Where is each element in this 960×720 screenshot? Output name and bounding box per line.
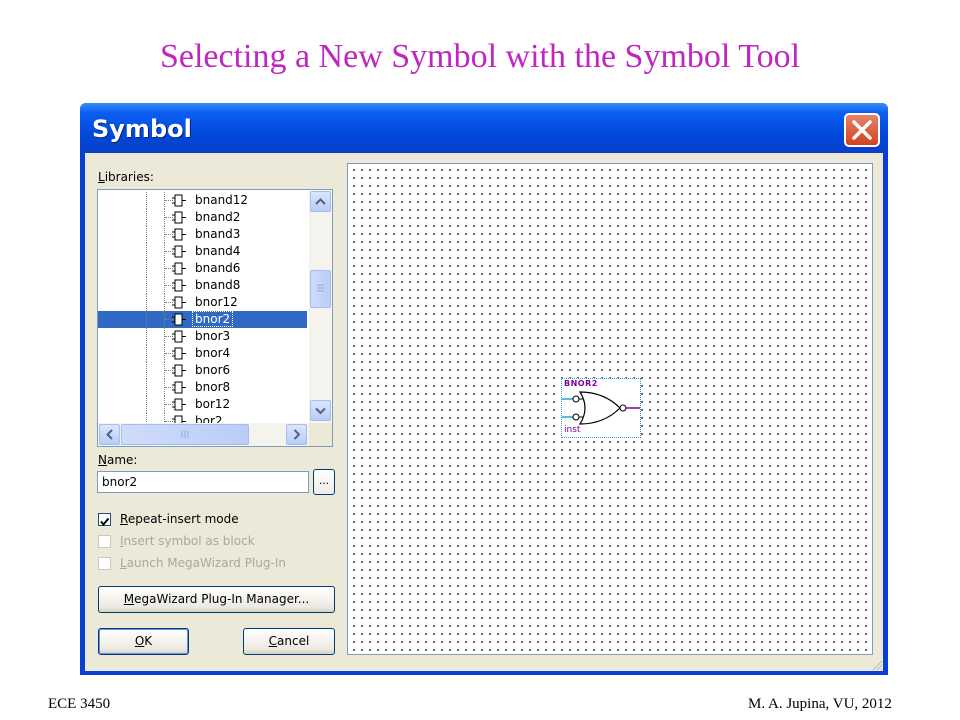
- scroll-up-button[interactable]: [310, 191, 331, 212]
- gate-symbol-icon: [172, 245, 186, 261]
- library-item[interactable]: bnand12: [98, 192, 307, 209]
- chevron-right-icon: [293, 429, 301, 440]
- library-item[interactable]: bnand3: [98, 226, 307, 243]
- gate-symbol-icon: [172, 313, 186, 329]
- library-item-label: bnand6: [195, 261, 241, 275]
- library-item-label: bnand12: [195, 193, 249, 207]
- library-item-label: bnor3: [195, 329, 231, 343]
- dialog-titlebar[interactable]: Symbol: [80, 103, 888, 153]
- gate-symbol-icon: [172, 228, 186, 244]
- chevron-up-icon: [315, 198, 326, 205]
- tree-guide-line: [146, 192, 147, 209]
- library-item[interactable]: bnand4: [98, 243, 307, 260]
- megawizard-manager-button[interactable]: MegaWizard Plug-In Manager...: [98, 586, 335, 613]
- insert-as-block-checkbox[interactable]: [98, 535, 111, 548]
- vertical-scrollbar[interactable]: [309, 190, 332, 423]
- dialog-title: Symbol: [92, 115, 192, 143]
- gate-symbol-icon: [172, 347, 186, 363]
- tree-guide-line: [146, 277, 147, 294]
- tree-guide-line: [146, 362, 147, 379]
- gate-symbol-icon: [172, 279, 186, 295]
- library-item[interactable]: bnand2: [98, 209, 307, 226]
- tree-guide-line: [146, 294, 147, 311]
- gate-symbol-icon: [172, 381, 186, 397]
- library-item-label: bnor4: [195, 346, 231, 360]
- vertical-scroll-thumb[interactable]: [310, 270, 331, 308]
- resize-grip-icon[interactable]: [871, 659, 883, 671]
- library-item[interactable]: bnand6: [98, 260, 307, 277]
- gate-symbol-icon: [172, 364, 186, 380]
- launch-megawizard-checkbox[interactable]: [98, 557, 111, 570]
- library-item-label: bnand3: [195, 227, 241, 241]
- chevron-left-icon: [106, 429, 113, 440]
- library-item[interactable]: bnor3: [98, 328, 307, 345]
- libraries-list: bnand12 bnand2 bnand3 bnand4 bnand6 bnand8 bno…: [98, 192, 307, 430]
- library-item[interactable]: bnor12: [98, 294, 307, 311]
- gate-symbol-icon: [172, 296, 186, 312]
- gate-symbol-icon: [172, 330, 186, 346]
- scroll-corner: [309, 423, 332, 446]
- libraries-tree[interactable]: bnand12 bnand2 bnand3 bnand4 bnand6 bnand8 bno…: [97, 189, 333, 447]
- grip-icon: [317, 284, 324, 292]
- library-item-label: bnand4: [195, 244, 241, 258]
- footer-author: M. A. Jupina, VU, 2012: [748, 696, 892, 712]
- library-item[interactable]: bor12: [98, 396, 307, 413]
- scroll-right-button[interactable]: [286, 424, 307, 445]
- bnor2-symbol: BNOR2 inst: [561, 378, 641, 438]
- name-input[interactable]: bnor2: [97, 471, 309, 493]
- horizontal-scrollbar[interactable]: [98, 423, 309, 446]
- grip-icon: [181, 431, 189, 438]
- gate-symbol-icon: [172, 398, 186, 414]
- browse-button[interactable]: ...: [313, 469, 335, 495]
- tree-guide-line: [146, 379, 147, 396]
- tree-guide-line: [146, 209, 147, 226]
- repeat-insert-checkbox[interactable]: [98, 513, 111, 527]
- gate-symbol-icon: [172, 262, 186, 278]
- horizontal-scroll-thumb[interactable]: [121, 424, 249, 445]
- cancel-button[interactable]: Cancel: [243, 628, 335, 655]
- symbol-dialog: Symbol Libraries: bnand12 bnand2 bnand3 bna…: [80, 103, 888, 675]
- scroll-left-button[interactable]: [99, 424, 120, 445]
- library-item[interactable]: bnor6: [98, 362, 307, 379]
- gate-symbol-icon: [172, 211, 186, 227]
- library-item[interactable]: bnand8: [98, 277, 307, 294]
- library-item-label: bnor6: [195, 363, 231, 377]
- library-item-label: bnand8: [195, 278, 241, 292]
- library-item[interactable]: bnor4: [98, 345, 307, 362]
- library-item[interactable]: bnor8: [98, 379, 307, 396]
- scroll-down-button[interactable]: [310, 400, 331, 421]
- library-item[interactable]: bnor2: [98, 311, 307, 328]
- library-item-label: bor12: [195, 397, 231, 411]
- repeat-insert-label[interactable]: Repeat-insert mode: [120, 512, 239, 526]
- close-icon: [852, 120, 872, 140]
- tree-guide-line: [146, 328, 147, 345]
- close-button[interactable]: [844, 113, 880, 147]
- library-item-label: bnor12: [195, 295, 238, 309]
- name-label: Name:: [98, 453, 138, 467]
- instance-label: inst: [564, 425, 581, 435]
- library-item-label: bnor2: [191, 311, 234, 327]
- footer-course: ECE 3450: [48, 696, 111, 712]
- checkmark-icon: [100, 517, 110, 527]
- launch-megawizard-label[interactable]: Launch MegaWizard Plug-In: [120, 556, 286, 570]
- insert-as-block-label[interactable]: Insert symbol as block: [120, 534, 255, 548]
- slide-title: Selecting a New Symbol with the Symbol T…: [159, 38, 801, 75]
- tree-guide-line: [146, 226, 147, 243]
- ok-button[interactable]: OK: [98, 628, 189, 655]
- tree-guide-line: [146, 345, 147, 362]
- library-item-label: bnand2: [195, 210, 241, 224]
- chevron-down-icon: [315, 407, 326, 415]
- dialog-body: Libraries: bnand12 bnand2 bnand3 bnand4 bnan…: [85, 153, 883, 671]
- tree-guide-line: [146, 311, 147, 328]
- gate-symbol-icon: [172, 194, 186, 210]
- tree-guide-line: [146, 396, 147, 413]
- library-item-label: bnor8: [195, 380, 231, 394]
- tree-guide-line: [146, 243, 147, 260]
- tree-guide-line: [146, 260, 147, 277]
- libraries-label: Libraries:: [98, 170, 154, 184]
- symbol-preview: BNOR2 inst: [347, 163, 873, 655]
